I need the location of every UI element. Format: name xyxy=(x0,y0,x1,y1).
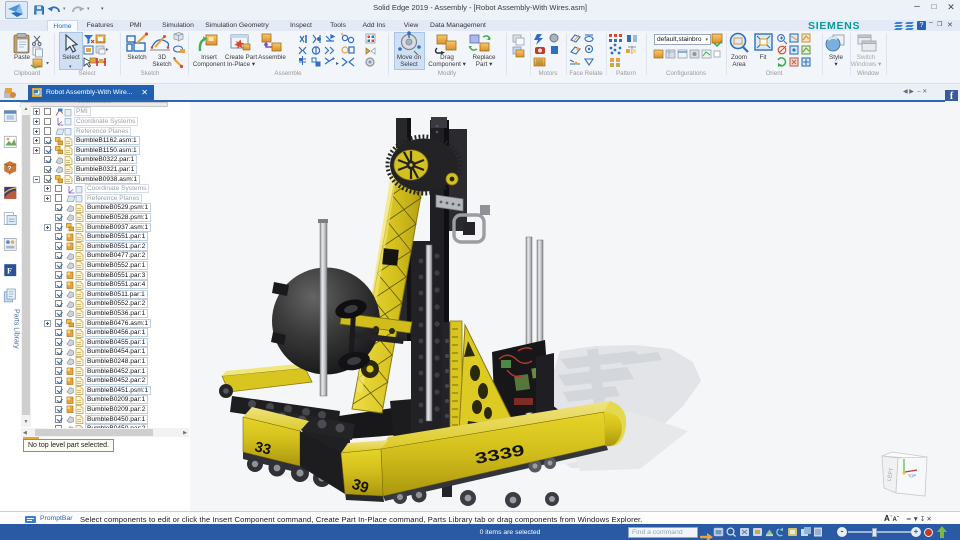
svg-text:TOP: TOP xyxy=(908,473,917,479)
svg-text:?: ? xyxy=(7,165,11,172)
svg-text:F: F xyxy=(7,266,12,275)
svg-text:Parts Library: Parts Library xyxy=(13,309,20,349)
